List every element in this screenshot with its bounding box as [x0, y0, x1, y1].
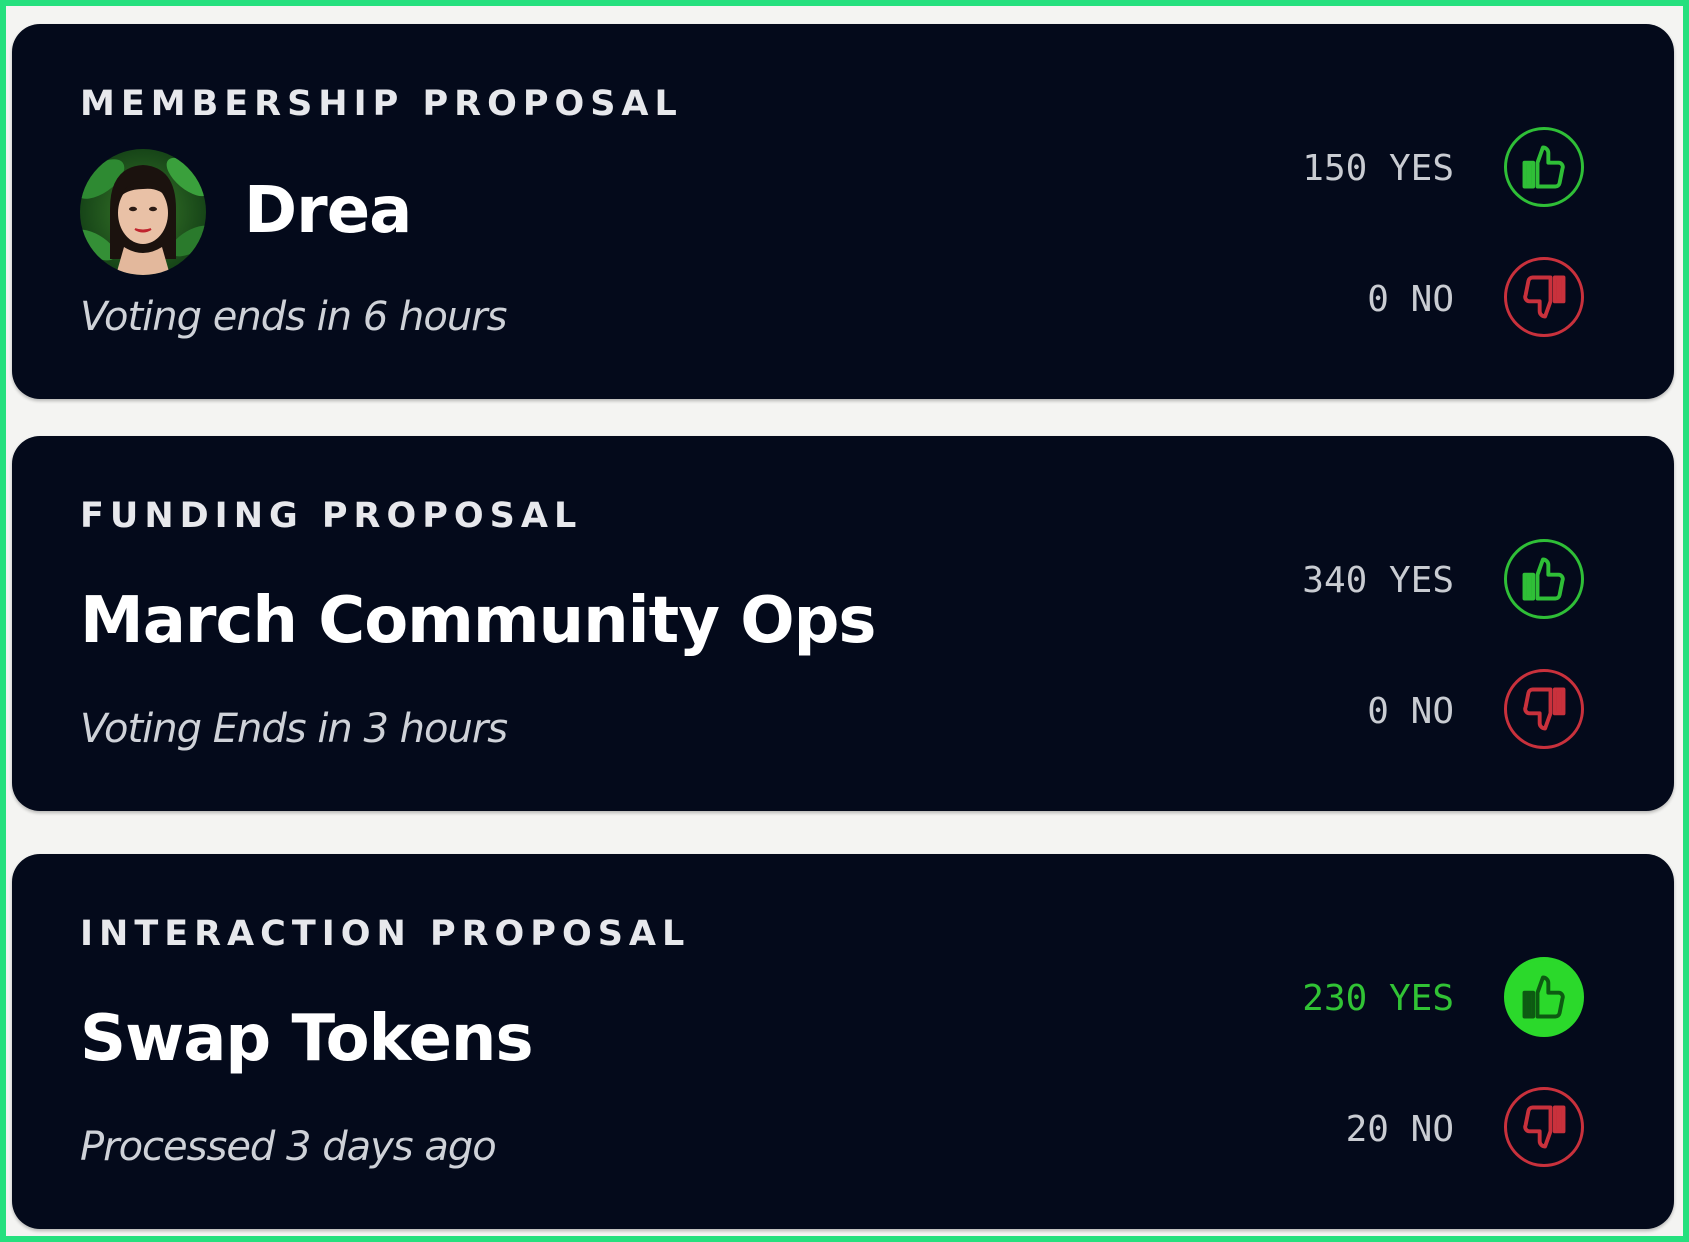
proposal-type: INTERACTION PROPOSAL	[80, 914, 691, 954]
proposal-status: Voting ends in 6 hours	[80, 294, 507, 340]
yes-count: 150 YES	[1302, 148, 1454, 189]
vote-yes-button[interactable]	[1504, 957, 1584, 1037]
proposal-status: Processed 3 days ago	[80, 1124, 497, 1170]
proposal-status: Voting Ends in 3 hours	[80, 706, 508, 752]
no-count: 20 NO	[1345, 1109, 1454, 1150]
thumbs-down-icon	[1523, 1105, 1566, 1149]
proposals-panel: MEMBERSHIP PROPOSAL Drea Voting ends in …	[0, 0, 1689, 1242]
thumbs-down-icon	[1523, 275, 1566, 319]
no-count: 0 NO	[1367, 691, 1454, 732]
avatar	[80, 149, 206, 275]
proposal-card[interactable]: MEMBERSHIP PROPOSAL Drea Voting ends in …	[12, 24, 1674, 399]
proposal-type: FUNDING PROPOSAL	[80, 496, 583, 536]
proposal-title: March Community Ops	[80, 584, 876, 658]
thumbs-up-icon	[1522, 557, 1565, 601]
proposal-type: MEMBERSHIP PROPOSAL	[80, 84, 683, 124]
proposal-card[interactable]: INTERACTION PROPOSAL Swap Tokens Process…	[12, 854, 1674, 1229]
proposal-title: Swap Tokens	[80, 1002, 534, 1076]
thumbs-up-icon	[1522, 145, 1565, 189]
no-count: 0 NO	[1367, 279, 1454, 320]
proposal-title: Drea	[244, 174, 412, 248]
thumbs-down-icon	[1523, 687, 1566, 731]
vote-no-button[interactable]	[1504, 1087, 1584, 1167]
thumbs-up-icon	[1522, 975, 1565, 1019]
vote-yes-button[interactable]	[1504, 539, 1584, 619]
yes-count: 340 YES	[1302, 560, 1454, 601]
yes-count: 230 YES	[1302, 978, 1454, 1019]
vote-no-button[interactable]	[1504, 669, 1584, 749]
vote-no-button[interactable]	[1504, 257, 1584, 337]
proposal-card[interactable]: FUNDING PROPOSAL March Community Ops Vot…	[12, 436, 1674, 811]
vote-yes-button[interactable]	[1504, 127, 1584, 207]
